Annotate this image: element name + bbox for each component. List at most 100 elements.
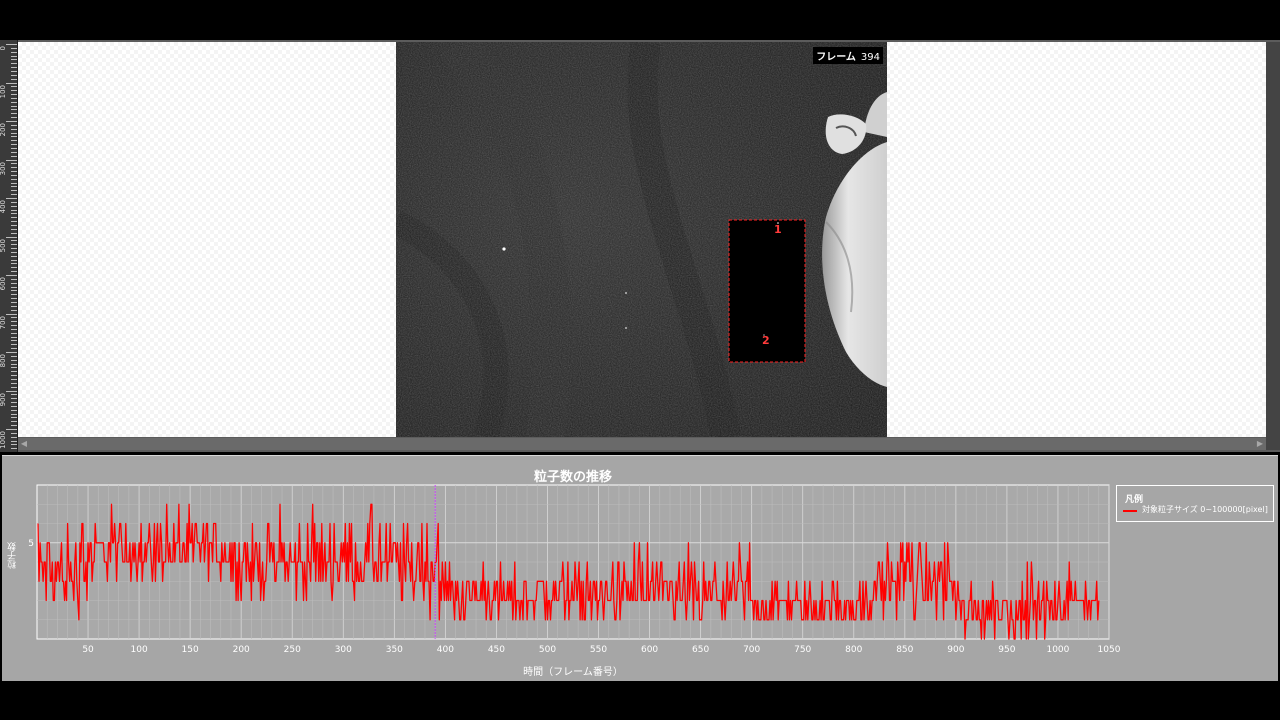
ruler-tick (11, 301, 17, 303)
ruler-tick (11, 348, 17, 350)
ruler-tick (6, 313, 17, 315)
ruler-tick (6, 82, 17, 84)
ruler-label: 100 (0, 84, 7, 98)
ruler-tick (11, 63, 17, 65)
ruler-tick (11, 167, 17, 169)
ruler-tick (11, 425, 17, 427)
ruler-tick (11, 448, 17, 450)
scroll-right-icon[interactable]: ▶ (1254, 438, 1266, 450)
x-tick-label: 450 (488, 645, 505, 655)
ruler-tick (11, 67, 17, 69)
ruler-tick (11, 224, 17, 226)
frame-number: 394 (860, 52, 880, 63)
x-tick-label: 650 (692, 645, 709, 655)
ruler-tick (11, 113, 17, 115)
ruler-tick (11, 355, 17, 357)
x-tick-label: 150 (182, 645, 199, 655)
scroll-left-icon[interactable]: ◀ (18, 438, 30, 450)
x-tick-label: 500 (539, 645, 556, 655)
ruler-tick (11, 405, 17, 407)
x-tick-label: 400 (437, 645, 454, 655)
ruler-tick (11, 248, 17, 250)
ruler-tick (11, 101, 17, 103)
ruler-tick (11, 263, 17, 265)
ruler-tick (11, 340, 17, 342)
ruler-tick (11, 209, 17, 211)
ruler-tick (11, 290, 17, 292)
x-tick-label: 100 (131, 645, 148, 655)
ruler-tick (11, 109, 17, 111)
ruler-tick (11, 59, 17, 61)
ruler-tick (11, 105, 17, 107)
vertical-ruler: 0 100 200 300 400 500 600 700 800 900 1000 (0, 40, 18, 452)
ruler-tick (11, 309, 17, 311)
x-tick-label: 850 (896, 645, 913, 655)
ruler-tick (11, 190, 17, 192)
video-viewer: 0 100 200 300 400 500 600 700 800 900 1000 (0, 40, 1280, 452)
ruler-label: 0 (0, 46, 7, 51)
ruler-label: 600 (0, 277, 7, 291)
ruler-tick (11, 86, 17, 88)
ruler-tick (6, 429, 17, 430)
ruler-tick (11, 367, 17, 369)
ruler-tick (11, 382, 17, 384)
ruler-tick (11, 259, 17, 261)
ruler-tick (11, 47, 17, 49)
ruler-label: 1000 (0, 431, 7, 449)
ruler-tick (11, 194, 17, 196)
ruler-tick (11, 90, 17, 92)
ruler-tick (11, 124, 17, 126)
ruler-tick (6, 159, 17, 161)
viewer-canvas[interactable]: フレーム 394 1 2 (18, 42, 1266, 437)
ruler-tick (11, 282, 17, 284)
ruler-tick (11, 371, 17, 373)
chart-legend: 凡例 対象粒子サイズ 0~100000[pixel] (1116, 485, 1274, 522)
ruler-tick (11, 359, 17, 361)
x-tick-label: 350 (386, 645, 403, 655)
ruler-tick (11, 182, 17, 184)
x-tick-label: 700 (743, 645, 760, 655)
ruler-label: 700 (0, 315, 7, 329)
ruler-tick (11, 178, 17, 180)
ruler-tick (11, 74, 17, 76)
ruler-tick (11, 444, 17, 446)
ruler-tick (11, 436, 17, 438)
ruler-tick (11, 421, 17, 423)
ruler-tick (11, 344, 17, 346)
ruler-tick (11, 94, 17, 96)
ruler-tick (11, 217, 17, 219)
ruler-label: 500 (0, 238, 7, 252)
ruler-tick (11, 232, 17, 234)
ruler-tick (11, 205, 17, 207)
ruler-tick (11, 117, 17, 119)
x-tick-label: 250 (284, 645, 301, 655)
y-tick-label: 5 (28, 539, 34, 549)
video-frame-image (396, 42, 887, 437)
ruler-tick (11, 432, 17, 434)
ruler-tick (11, 328, 17, 330)
ruler-tick (11, 201, 17, 203)
ruler-tick (11, 278, 17, 280)
vertical-scrollbar[interactable] (1266, 42, 1280, 450)
x-tick-label: 300 (335, 645, 352, 655)
video-frame[interactable]: フレーム 394 1 2 (396, 42, 887, 437)
ruler-label: 900 (0, 392, 7, 406)
legend-entry-label: 対象粒子サイズ 0~100000[pixel] (1142, 505, 1268, 514)
ruler-tick (6, 236, 17, 238)
ruler-label: 400 (0, 200, 7, 214)
roi-label-2: 2 (762, 334, 770, 347)
particle-count-chart[interactable]: 50 100 150 200 250 300 350 400 450 500 550 600 650 70… (2, 456, 1278, 681)
ruler-tick (11, 136, 17, 138)
ruler-tick (11, 271, 17, 273)
ruler-tick (11, 294, 17, 296)
ruler-tick (11, 375, 17, 377)
ruler-tick (11, 140, 17, 142)
ruler-tick (11, 147, 17, 149)
x-tick-label: 200 (233, 645, 250, 655)
ruler-tick (11, 286, 17, 288)
x-tick-label: 1000 (1046, 645, 1069, 655)
horizontal-scrollbar[interactable]: ◀ ▶ (18, 438, 1266, 450)
ruler-tick (11, 386, 17, 388)
ruler-tick (11, 174, 17, 176)
ruler-tick (11, 213, 17, 215)
